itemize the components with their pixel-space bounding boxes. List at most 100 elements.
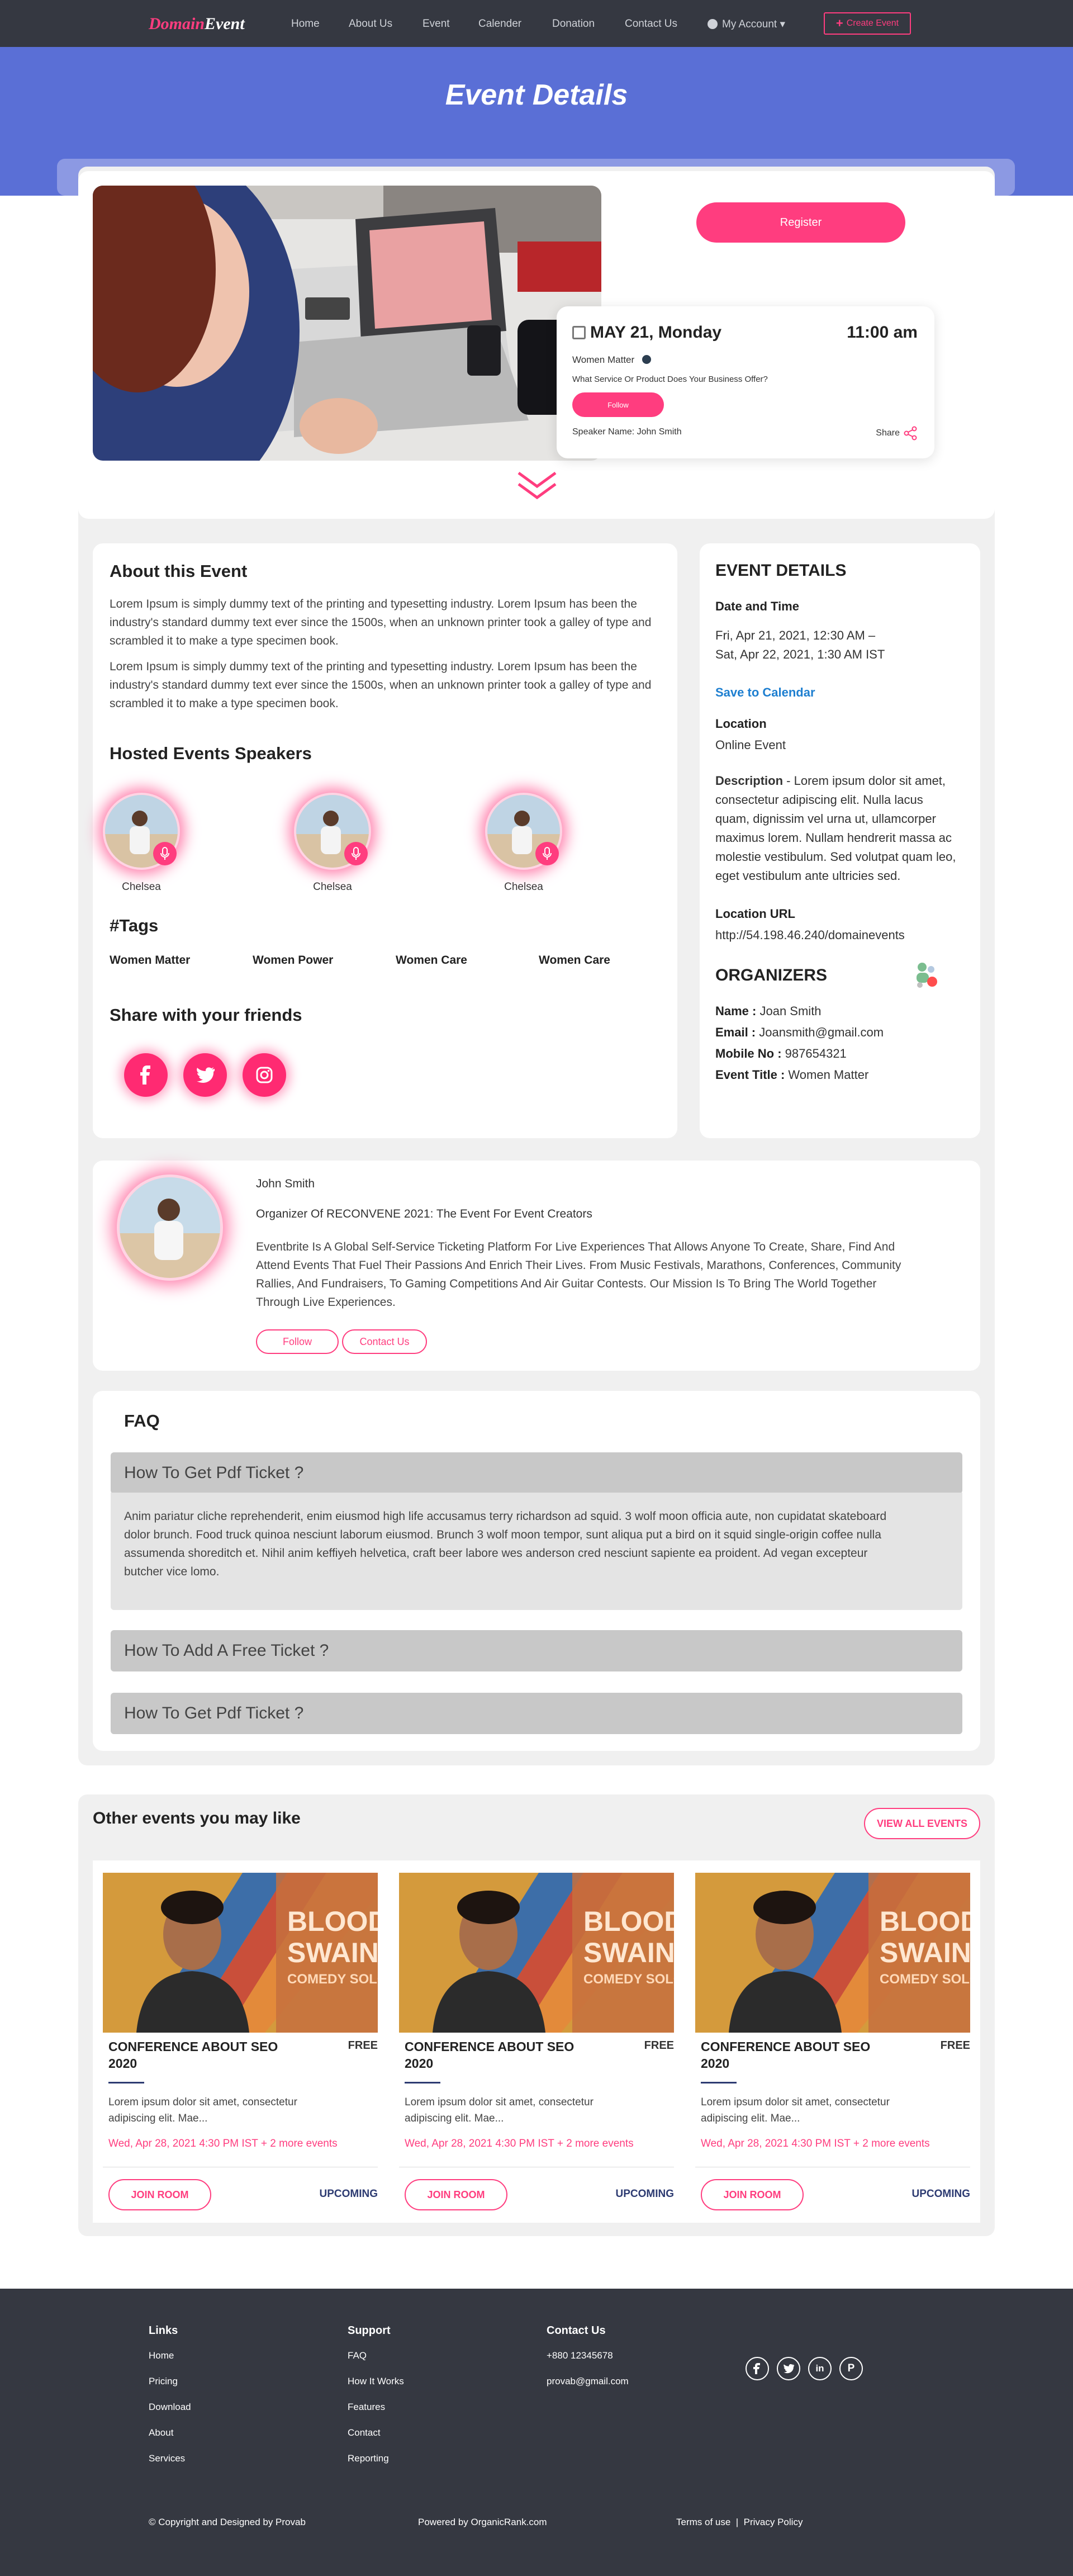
event-question: What Service Or Product Does Your Busine…	[572, 375, 768, 384]
tag-item[interactable]: Women Care	[539, 954, 610, 967]
event-card-image: BLOODY SWAIN COMEDY SOLO	[695, 1873, 970, 2033]
page-title: Event Details	[445, 79, 628, 111]
footer-support-title: Support	[348, 2324, 391, 2337]
divider	[108, 2082, 144, 2083]
other-events-title: Other events you may like	[93, 1809, 301, 1827]
event-details-title: EVENT DETAILS	[715, 561, 847, 580]
follow-button[interactable]: Follow	[572, 392, 664, 417]
event-time: 11:00 am	[847, 323, 918, 342]
date-time-label: Date and Time	[715, 599, 799, 613]
pinterest-icon[interactable]: P	[839, 2357, 863, 2380]
event-card-title: CONFERENCE ABOUT SEO 2020	[108, 2039, 278, 2071]
mic-icon	[344, 842, 368, 865]
instagram-icon[interactable]	[243, 1053, 286, 1097]
svg-text:BLOODY: BLOODY	[583, 1906, 674, 1937]
organizer-email: Email : Joansmith@gmail.com	[715, 1025, 884, 1039]
nav-about-us[interactable]: About Us	[349, 18, 392, 30]
globe-icon	[642, 355, 652, 364]
event-card[interactable]: BLOODY SWAIN COMEDY SOLO CONFERENCE ABOU…	[687, 1860, 978, 2223]
faq-question-2[interactable]: How To Add A Free Ticket ?	[111, 1630, 962, 1671]
footer-links-title: Links	[149, 2324, 178, 2337]
footer-link-pricing[interactable]: Pricing	[149, 2376, 178, 2387]
svg-text:BLOODY: BLOODY	[880, 1906, 970, 1937]
event-card-title: CONFERENCE ABOUT SEO 2020	[405, 2039, 575, 2071]
footer-link-download[interactable]: Download	[149, 2402, 191, 2413]
event-cover-image	[93, 186, 601, 461]
share-button[interactable]: Share	[876, 426, 918, 441]
join-room-button[interactable]: JOIN ROOM	[701, 2179, 804, 2210]
organizers-title: ORGANIZERS	[715, 966, 828, 984]
twitter-icon[interactable]	[777, 2357, 800, 2380]
create-event-button[interactable]: + Create Event	[824, 12, 911, 35]
event-card-date: Wed, Apr 28, 2021 4:30 PM IST + 2 more e…	[108, 2138, 338, 2149]
save-to-calendar-link[interactable]: Save to Calendar	[715, 685, 815, 700]
nav-home[interactable]: Home	[291, 18, 320, 30]
svg-text:SWAIN: SWAIN	[583, 1937, 674, 1968]
footer-phone: +880 12345678	[547, 2350, 613, 2361]
site-logo[interactable]: DomainEvent	[149, 15, 245, 34]
faq-question-1[interactable]: How To Get Pdf Ticket ?	[111, 1452, 962, 1494]
footer-link-how-it-works[interactable]: How It Works	[348, 2376, 404, 2387]
terms-link[interactable]: Terms of use	[676, 2517, 730, 2527]
faq-question-3[interactable]: How To Get Pdf Ticket ?	[111, 1693, 962, 1734]
organizer-contact-button[interactable]: Contact Us	[342, 1329, 427, 1354]
speaker-name-3: Chelsea	[504, 881, 543, 893]
footer-link-reporting[interactable]: Reporting	[348, 2453, 389, 2464]
footer-link-services[interactable]: Services	[149, 2453, 185, 2464]
organizer-mobile: Mobile No : 987654321	[715, 1046, 847, 1060]
event-summary-box: MAY 21, Monday 11:00 am Women Matter Wha…	[557, 306, 934, 458]
footer-copyright: © Copyright and Designed by Provab	[149, 2517, 306, 2527]
event-card-description: Lorem ipsum dolor sit amet, consectetur a…	[405, 2096, 594, 2124]
tag-item[interactable]: Women Care	[396, 954, 467, 967]
svg-text:BLOODY: BLOODY	[287, 1906, 378, 1937]
speaker-card[interactable]: Chelsea	[482, 795, 566, 893]
footer-link-about[interactable]: About	[149, 2427, 173, 2438]
svg-text:COMEDY SOLO: COMEDY SOLO	[583, 1972, 674, 1987]
chevron-down-icon[interactable]	[516, 470, 558, 502]
nav-my-account[interactable]: My Account ▾	[708, 18, 785, 31]
nav-calender[interactable]: Calender	[478, 18, 521, 30]
svg-text:SWAIN: SWAIN	[287, 1937, 378, 1968]
organizer-follow-button[interactable]: Follow	[256, 1329, 339, 1354]
twitter-icon[interactable]	[183, 1053, 227, 1097]
organizer-card-role: Organizer Of RECONVENE 2021: The Event F…	[256, 1208, 592, 1220]
event-card-date: Wed, Apr 28, 2021 4:30 PM IST + 2 more e…	[405, 2138, 634, 2149]
nav-contact-us[interactable]: Contact Us	[625, 18, 677, 30]
event-card-image: BLOODY SWAIN COMEDY SOLO	[103, 1873, 378, 2033]
speakers-title: Hosted Events Speakers	[110, 744, 312, 763]
faq-title: FAQ	[124, 1411, 160, 1431]
facebook-icon[interactable]	[746, 2357, 769, 2380]
footer-link-features[interactable]: Features	[348, 2402, 385, 2413]
facebook-icon[interactable]	[124, 1053, 168, 1097]
organizer-avatar	[120, 1177, 220, 1278]
join-room-button[interactable]: JOIN ROOM	[108, 2179, 211, 2210]
footer-link-faq[interactable]: FAQ	[348, 2350, 367, 2361]
nav-donation[interactable]: Donation	[552, 18, 595, 30]
location-url-value[interactable]: http://54.198.46.240/domainevents	[715, 926, 905, 945]
speaker-card[interactable]: Chelsea	[291, 795, 374, 893]
register-button[interactable]: Register	[696, 202, 905, 243]
view-all-events-button[interactable]: VIEW ALL EVENTS	[864, 1808, 980, 1839]
tag-item[interactable]: Women Matter	[110, 954, 190, 967]
date-time-value-start: Fri, Apr 21, 2021, 12:30 AM –	[715, 628, 876, 642]
footer-link-home[interactable]: Home	[149, 2350, 174, 2361]
speaker-card[interactable]: Chelsea	[99, 795, 183, 893]
privacy-link[interactable]: Privacy Policy	[744, 2517, 803, 2527]
event-card-image: BLOODY SWAIN COMEDY SOLO	[399, 1873, 674, 2033]
nav-event[interactable]: Event	[422, 18, 450, 30]
event-card[interactable]: BLOODY SWAIN COMEDY SOLO CONFERENCE ABOU…	[95, 1860, 386, 2223]
footer-email[interactable]: provab@gmail.com	[547, 2376, 629, 2387]
footer-powered-by[interactable]: Powered by OrganicRank.com	[418, 2517, 547, 2528]
event-card-price: FREE	[348, 2039, 378, 2052]
footer-link-contact[interactable]: Contact	[348, 2427, 381, 2438]
linkedin-icon[interactable]: in	[808, 2357, 832, 2380]
event-date: MAY 21, Monday	[572, 323, 721, 342]
divider	[405, 2082, 440, 2083]
location-url-label: Location URL	[715, 907, 795, 921]
about-paragraph-2: Lorem Ipsum is simply dummy text of the …	[110, 660, 652, 710]
event-card-price: FREE	[940, 2039, 970, 2052]
event-card[interactable]: BLOODY SWAIN COMEDY SOLO CONFERENCE ABOU…	[391, 1860, 682, 2223]
tag-item[interactable]: Women Power	[253, 954, 333, 967]
join-room-button[interactable]: JOIN ROOM	[405, 2179, 507, 2210]
event-card-description: Lorem ipsum dolor sit amet, consectetur a…	[701, 2096, 890, 2124]
